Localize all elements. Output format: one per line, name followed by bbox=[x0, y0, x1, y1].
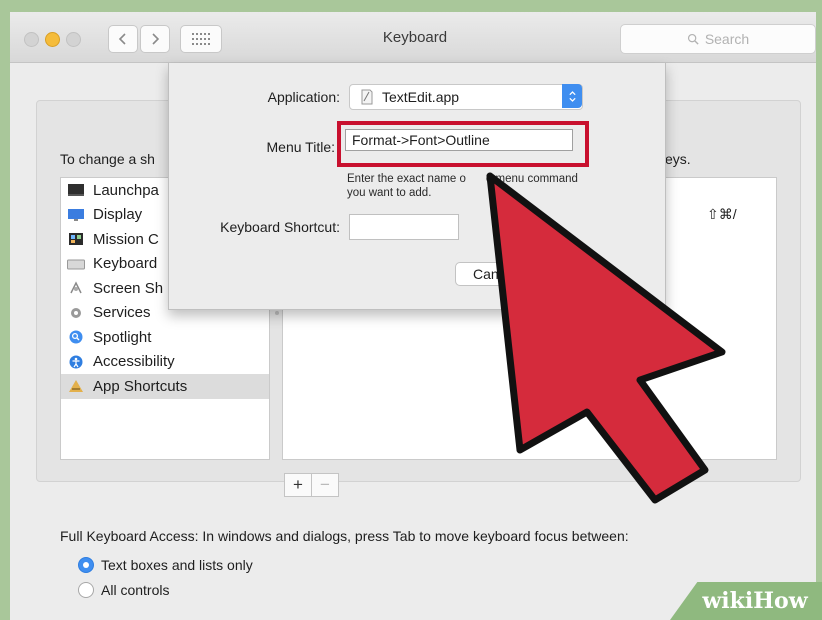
radio-button[interactable] bbox=[78, 582, 94, 598]
instruction-text-end: eys. bbox=[665, 151, 691, 167]
instruction-text: To change a sh bbox=[60, 151, 155, 167]
chevron-right-icon bbox=[152, 33, 160, 45]
search-field[interactable]: Search bbox=[620, 24, 816, 54]
menu-title-hint: Enter the exact name o e menu command you… bbox=[347, 172, 647, 200]
forward-button[interactable] bbox=[140, 25, 170, 53]
show-all-button[interactable] bbox=[180, 25, 222, 53]
radio-text-boxes[interactable]: Text boxes and lists only bbox=[78, 557, 253, 573]
hint-text-line2: you want to add. bbox=[347, 187, 432, 199]
application-label: Application: bbox=[267, 89, 340, 105]
screenshot-icon bbox=[70, 281, 82, 294]
watermark-text: wikiHow bbox=[702, 588, 808, 614]
category-label: Launchpa bbox=[93, 181, 159, 199]
gear-icon bbox=[71, 307, 81, 318]
category-label: Accessibility bbox=[93, 353, 175, 371]
category-item-app-shortcuts[interactable]: App Shortcuts bbox=[61, 374, 269, 399]
search-icon bbox=[687, 33, 699, 45]
title-bar: Keyboard Search bbox=[10, 12, 816, 63]
select-stepper[interactable] bbox=[562, 84, 582, 108]
category-item-spotlight[interactable]: Spotlight bbox=[61, 325, 269, 350]
category-label: Services bbox=[93, 304, 151, 322]
category-label: Mission C bbox=[93, 230, 159, 248]
shortcut-keys: ⇧⌘/ bbox=[707, 206, 737, 222]
textedit-icon bbox=[361, 89, 373, 105]
category-label: Spotlight bbox=[93, 328, 152, 346]
back-button[interactable] bbox=[108, 25, 138, 53]
add-shortcut-button[interactable]: + bbox=[285, 474, 311, 496]
menu-title-label: Menu Title: bbox=[266, 139, 335, 155]
keyboard-icon bbox=[67, 259, 85, 270]
keyboard-shortcut-label: Keyboard Shortcut: bbox=[220, 219, 340, 235]
add-shortcut-sheet: Application: TextEdit.app Menu Title: Fo… bbox=[168, 63, 666, 310]
full-keyboard-access-label: Full Keyboard Access: In windows and dia… bbox=[60, 528, 629, 544]
search-placeholder: Search bbox=[704, 31, 750, 47]
category-label: Screen Sh bbox=[93, 279, 164, 297]
accessibility-icon bbox=[69, 355, 83, 369]
application-select[interactable]: TextEdit.app bbox=[349, 84, 583, 110]
category-item-accessibility[interactable]: Accessibility bbox=[61, 350, 269, 375]
category-label: App Shortcuts bbox=[93, 377, 188, 395]
chevron-up-down-icon bbox=[568, 90, 576, 102]
close-button[interactable] bbox=[24, 32, 39, 47]
radio-label: Text boxes and lists only bbox=[101, 557, 253, 573]
radio-all-controls[interactable]: All controls bbox=[78, 582, 169, 598]
add-remove-control: + − bbox=[284, 473, 339, 497]
window-title: Keyboard bbox=[382, 29, 448, 46]
launchpad-icon bbox=[68, 184, 84, 197]
keyboard-shortcut-field[interactable] bbox=[349, 214, 459, 240]
hint-text-right: e menu command bbox=[485, 173, 578, 185]
spotlight-icon bbox=[69, 330, 83, 344]
minimize-button[interactable] bbox=[45, 32, 60, 47]
annotation-highlight-box bbox=[337, 121, 589, 167]
category-label: Keyboard bbox=[93, 255, 158, 273]
splitter-handle[interactable] bbox=[275, 311, 279, 315]
cancel-button[interactable]: Can bbox=[455, 262, 555, 286]
display-icon bbox=[68, 208, 84, 221]
application-value: TextEdit.app bbox=[382, 89, 460, 105]
remove-shortcut-button[interactable]: − bbox=[311, 474, 338, 496]
app-shortcuts-icon bbox=[69, 380, 83, 393]
radio-button-selected[interactable] bbox=[78, 557, 94, 573]
category-label: Display bbox=[93, 206, 143, 224]
radio-label: All controls bbox=[101, 582, 170, 598]
chevron-left-icon bbox=[118, 33, 126, 45]
grid-icon bbox=[192, 33, 210, 45]
zoom-button[interactable] bbox=[66, 32, 81, 47]
mission-control-icon bbox=[69, 233, 83, 246]
hint-text: Enter the exact name o bbox=[347, 173, 466, 185]
